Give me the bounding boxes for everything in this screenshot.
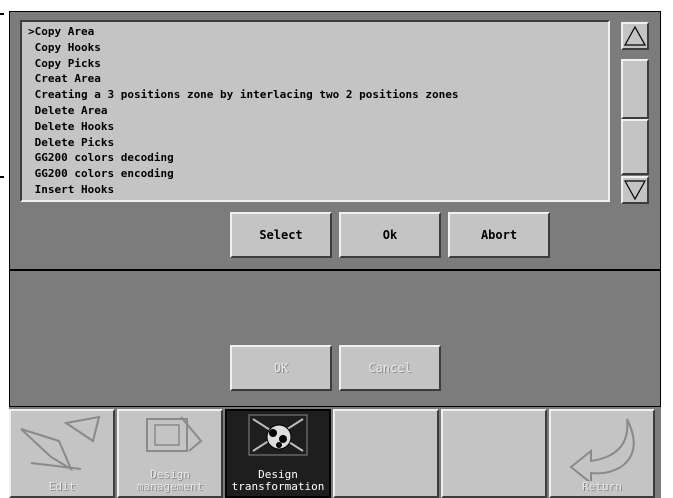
dialog-ok-button[interactable]: OK [230, 345, 332, 391]
main-panel: >Copy Area Copy Hooks Copy Picks Creat A… [9, 11, 661, 407]
dialog-cancel-button[interactable]: Cancel [339, 345, 441, 391]
list-item[interactable]: Delete Area [28, 103, 608, 119]
scroll-up-button[interactable] [621, 22, 649, 50]
return-arrow-icon [569, 418, 635, 481]
section-divider [10, 269, 660, 271]
list-item[interactable]: >Copy Area [28, 24, 608, 40]
list-item[interactable]: Delete Hooks [28, 119, 608, 135]
toolbar-item-label: Return [582, 480, 622, 493]
toolbar-item-label: Design management [136, 468, 204, 493]
edge-tick [0, 176, 4, 178]
toolbar-item-label: Design transformation [231, 468, 325, 493]
design-transformation-icon [248, 414, 308, 456]
scroll-down-button[interactable] [621, 176, 649, 204]
list-item[interactable]: Copy Picks [28, 56, 608, 72]
list-item[interactable]: Creat Area [28, 71, 608, 87]
edit-hand-icon [20, 415, 101, 471]
scroll-track[interactable] [621, 119, 649, 175]
toolbar-item-design-transformation[interactable]: Design transformation [225, 409, 331, 498]
select-button[interactable]: Select [230, 212, 332, 258]
triangle-up-icon [623, 25, 647, 46]
toolbar-item-return[interactable]: Return [549, 409, 655, 498]
list-item[interactable]: Creating a 3 positions zone by interlaci… [28, 87, 608, 103]
list-item[interactable]: Copy Hooks [28, 40, 608, 56]
list-item[interactable]: GG200 colors encoding [28, 166, 608, 182]
abort-button[interactable]: Abort [448, 212, 550, 258]
toolbar-item-empty [441, 409, 547, 498]
edge-tick [0, 13, 4, 15]
list-scrollbar[interactable] [618, 20, 651, 206]
toolbar-item-edit[interactable]: Edit [9, 409, 115, 498]
list-item[interactable]: Insert Hooks [28, 182, 608, 198]
list-item[interactable]: GG200 colors decoding [28, 150, 608, 166]
function-list[interactable]: >Copy Area Copy Hooks Copy Picks Creat A… [20, 20, 610, 202]
toolbar-item-empty [333, 409, 439, 498]
function-toolbar: Edit Design management Design transforma… [9, 407, 661, 498]
triangle-down-icon [623, 180, 647, 201]
ok-button[interactable]: Ok [339, 212, 441, 258]
design-management-icon [146, 416, 203, 452]
list-item[interactable]: Delete Picks [28, 135, 608, 151]
toolbar-item-label: Edit [48, 480, 76, 493]
scroll-thumb[interactable] [621, 59, 649, 119]
toolbar-item-design-management[interactable]: Design management [117, 409, 223, 498]
